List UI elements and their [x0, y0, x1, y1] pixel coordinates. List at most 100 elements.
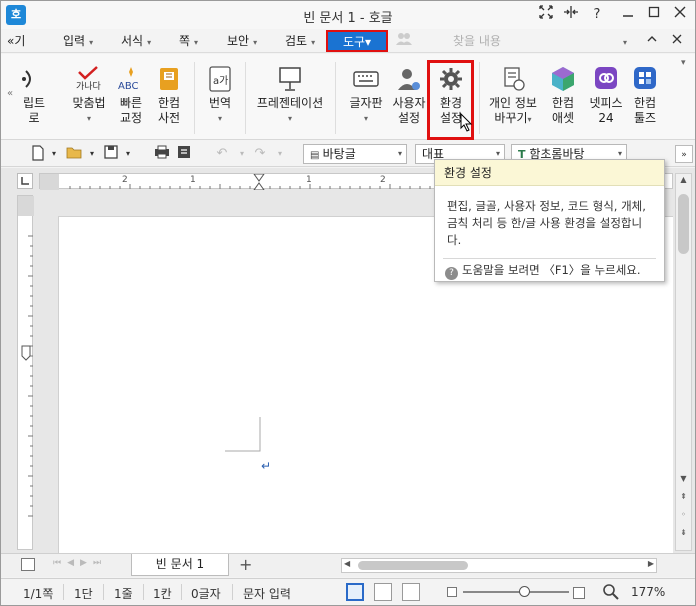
title-bar: 호 빈 문서 1 - 호글 ?: [1, 1, 695, 29]
maximize-icon[interactable]: [643, 5, 665, 25]
paragraph-mark-icon: ↵: [261, 459, 272, 473]
status-separator: [63, 584, 64, 600]
save-dropdown-icon[interactable]: ▾: [119, 145, 137, 163]
search-input[interactable]: 찾을 내용: [453, 32, 635, 50]
translate-button[interactable]: a가 번역 ▾: [203, 60, 237, 136]
zoom-out-icon[interactable]: [447, 587, 457, 597]
vertical-scrollbar[interactable]: ▲ ▼ ⇞ ◦ ⇟: [675, 173, 692, 551]
print-icon[interactable]: [153, 145, 171, 163]
status-input-mode[interactable]: 문자 입력: [243, 585, 291, 602]
toolbar-expand-icon[interactable]: »: [675, 145, 693, 163]
status-page[interactable]: 1/1쪽: [23, 585, 53, 602]
tab-type-icon[interactable]: [17, 173, 33, 189]
horizontal-scrollbar[interactable]: ◀ ▶: [341, 558, 657, 573]
horizontal-scroll-thumb[interactable]: [358, 561, 468, 570]
tools-icon: [634, 67, 656, 89]
tab-list-icon[interactable]: [21, 558, 35, 571]
open-dropdown-icon[interactable]: ▾: [83, 145, 101, 163]
print-preview-icon[interactable]: [175, 145, 193, 163]
personal-info-icon: [504, 67, 525, 91]
menu-item-format[interactable]: 서식 ▾: [121, 32, 151, 50]
scroll-up-icon[interactable]: ▲: [677, 175, 690, 189]
status-separator: [181, 584, 182, 600]
status-separator: [103, 584, 104, 600]
translate-icon: a가: [209, 66, 231, 92]
menu-item-tools[interactable]: 도구▾: [326, 30, 388, 52]
status-char-count[interactable]: 0글자: [191, 585, 221, 602]
undo-dropdown-icon[interactable]: ▾: [233, 145, 251, 163]
script-macro-button[interactable]: 립트 로: [19, 60, 49, 136]
fullscreen-icon[interactable]: [535, 5, 557, 25]
help-question-icon: ?: [445, 267, 458, 280]
menu-item-security[interactable]: 보안 ▾: [227, 32, 257, 50]
netffice-button[interactable]: 넷피스 24: [587, 60, 625, 136]
status-section[interactable]: 1단: [74, 585, 93, 602]
svg-text:ABC: ABC: [118, 81, 139, 92]
scroll-left-icon[interactable]: ◀: [344, 559, 350, 568]
next-page-icon[interactable]: ⇟: [677, 528, 690, 542]
netffice-icon: [595, 67, 617, 89]
prev-page-icon[interactable]: ⇞: [677, 492, 690, 506]
redo-dropdown-icon[interactable]: ▾: [271, 145, 289, 163]
user-settings-icon: [398, 69, 420, 90]
ribbon: « 립트 로 가나다 맞춤법 ▾ ABC 빠른 교정 한컴 사전 a가 번역 ▾: [1, 54, 695, 140]
ribbon-expand-icon[interactable]: ▾: [681, 58, 686, 68]
status-column[interactable]: 1칸: [153, 585, 172, 602]
menu-item-review[interactable]: 검토 ▾: [285, 32, 315, 50]
menu-item-tools-partial: 기: [14, 34, 26, 48]
add-tab-button[interactable]: +: [239, 555, 252, 574]
hancom-tools-button[interactable]: 한컴 툴즈: [629, 60, 661, 136]
scroll-down-icon[interactable]: ▼: [677, 474, 690, 488]
split-icon[interactable]: [560, 5, 582, 25]
style-select[interactable]: ▤ 바탕글 ▾: [303, 144, 407, 164]
save-icon[interactable]: [102, 145, 120, 163]
hancom-asset-button[interactable]: 한컴 애셋: [547, 60, 579, 136]
collab-icon[interactable]: [396, 32, 412, 50]
status-line[interactable]: 1줄: [114, 585, 133, 602]
zoom-slider-thumb[interactable]: [519, 586, 530, 597]
find-icon[interactable]: ◦: [677, 510, 690, 524]
tab-navigation-icons[interactable]: ⏮◀▶⏭: [53, 558, 107, 568]
vertical-scroll-thumb[interactable]: [678, 194, 689, 254]
search-dropdown-icon[interactable]: ▾: [619, 32, 627, 50]
full-page-view-icon[interactable]: [402, 583, 420, 601]
minimize-icon[interactable]: [617, 5, 639, 25]
ribbon-scroll-left-icon[interactable]: «: [7, 88, 13, 99]
menu-scroll-left[interactable]: «기: [7, 32, 25, 50]
menu-item-insert[interactable]: 입력 ▾: [63, 32, 93, 50]
close-icon[interactable]: [669, 5, 691, 25]
help-icon[interactable]: ?: [586, 5, 608, 25]
ribbon-collapse-icon[interactable]: [646, 32, 658, 50]
change-personal-info-button[interactable]: 개인 정보 바꾸기▾: [487, 60, 539, 136]
menu-close-icon[interactable]: [671, 32, 683, 50]
width-view-icon[interactable]: [374, 583, 392, 601]
mouse-cursor-icon: [460, 113, 473, 132]
user-settings-button[interactable]: 사용자 설정: [391, 60, 427, 136]
zoom-slider[interactable]: [463, 586, 569, 597]
spellcheck-icon: 가나다: [76, 66, 102, 92]
document-tab-strip: ⏮◀▶⏭ 빈 문서 1 + ◀ ▶: [1, 553, 695, 577]
presentation-button[interactable]: 프레젠테이션 ▾: [253, 60, 327, 136]
menu-item-page[interactable]: 쪽 ▾: [179, 32, 198, 50]
document-tab[interactable]: 빈 문서 1: [131, 554, 229, 576]
zoom-level[interactable]: 177%: [631, 585, 665, 599]
page-view-icon[interactable]: [346, 583, 364, 601]
keyboard-layout-button[interactable]: 글자판 ▾: [345, 60, 387, 136]
keyboard-icon: [353, 71, 379, 87]
spellcheck-button[interactable]: 가나다 맞춤법 ▾: [67, 60, 111, 136]
new-dropdown-icon[interactable]: ▾: [45, 145, 63, 163]
quick-correct-button[interactable]: ABC 빠른 교정: [115, 60, 147, 136]
vertical-ruler[interactable]: [17, 195, 34, 550]
undo-icon[interactable]: ↶: [213, 145, 231, 163]
gear-icon: [440, 68, 462, 90]
tooltip-title: 환경 설정: [435, 160, 664, 186]
magnifier-icon[interactable]: [602, 583, 620, 604]
redo-icon[interactable]: ↷: [251, 145, 269, 163]
hancom-dictionary-button[interactable]: 한컴 사전: [153, 60, 185, 136]
ribbon-separator: [245, 62, 246, 134]
tooltip-divider: [443, 258, 656, 259]
zoom-in-icon[interactable]: [573, 587, 585, 599]
scroll-right-icon[interactable]: ▶: [648, 559, 654, 568]
open-folder-icon[interactable]: [65, 145, 83, 163]
ribbon-separator: [479, 62, 480, 134]
